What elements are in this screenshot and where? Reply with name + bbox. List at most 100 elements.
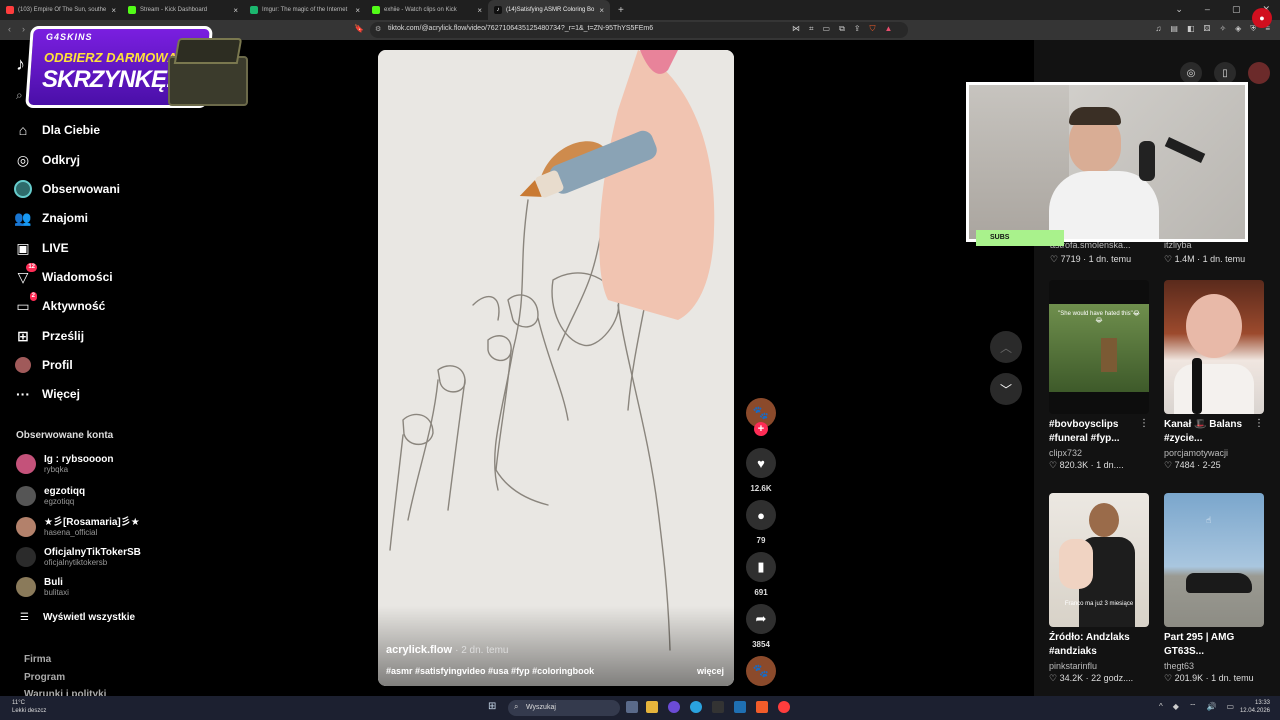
weather-widget[interactable]: 11°C Lekki deszcz xyxy=(12,699,46,715)
taskbar-search[interactable]: Wyszukaj xyxy=(508,700,620,716)
video-card[interactable]: ☝ Part 295 | AMG GT63S... thegt63 ♡ 201.… xyxy=(1164,493,1264,684)
telegram-icon[interactable] xyxy=(690,701,702,713)
obs-icon[interactable] xyxy=(712,701,724,713)
comment-button[interactable]: ● 79 xyxy=(745,500,777,545)
taskview-icon[interactable] xyxy=(626,701,638,713)
maximize-icon[interactable]: ▢ xyxy=(1232,4,1241,15)
tray-arrow-icon[interactable]: ^ xyxy=(1159,702,1163,712)
nav-explore[interactable]: ◎ Odkryj xyxy=(14,150,80,170)
bookmark-icon[interactable]: 🔖 xyxy=(354,24,364,33)
followed-account[interactable]: Buli bulitaxi xyxy=(16,574,69,600)
tab-search-icon[interactable]: ⌄ xyxy=(1175,4,1183,15)
file-explorer-icon[interactable] xyxy=(646,701,658,713)
chrome-icon[interactable] xyxy=(778,701,790,713)
card-menu-icon[interactable]: ⋮ xyxy=(1254,418,1264,429)
discord-icon[interactable] xyxy=(668,701,680,713)
footer-company-link[interactable]: Firma xyxy=(24,654,51,665)
wallet-icon[interactable]: ◈ xyxy=(1235,24,1241,34)
minimize-icon[interactable]: – xyxy=(1205,4,1210,15)
nav-live[interactable]: ▣ LIVE xyxy=(14,238,68,258)
card-menu-icon[interactable]: ⋮ xyxy=(1139,418,1149,429)
network-icon[interactable]: ⌔ xyxy=(1189,702,1197,712)
nav-profile[interactable]: Profil xyxy=(14,355,73,375)
followed-account[interactable]: egzotiqq egzotiqq xyxy=(16,483,85,509)
terminal-icon[interactable] xyxy=(734,701,746,713)
music-disc[interactable]: 🐾 xyxy=(745,656,777,686)
comment-icon: ● xyxy=(746,500,776,530)
video-card[interactable]: Franco ma już 3 miesiące Źródło: Andzlak… xyxy=(1049,493,1149,684)
clock[interactable]: 13:33 12.04.2026 xyxy=(1240,699,1270,715)
browser-tab-active[interactable]: ♪ (14)Satisfying ASMR Coloring Bo × xyxy=(488,0,610,20)
leo-icon[interactable]: ✧ xyxy=(1219,24,1226,34)
browser-tab[interactable]: (103) Empire Of The Sun, southe × xyxy=(0,0,122,20)
new-tab-icon[interactable]: + xyxy=(618,5,624,16)
card-stats: ♡ 7484 · 2-25 xyxy=(1164,460,1221,470)
browser-tab[interactable]: exhiie - Watch clips on Kick × xyxy=(366,0,488,20)
back-icon[interactable]: ‹ xyxy=(8,24,11,34)
nav-more[interactable]: ··· Więcej xyxy=(14,384,80,404)
close-tab-icon[interactable]: × xyxy=(355,6,360,15)
cast-icon[interactable]: ▭ xyxy=(823,24,831,34)
follow-plus-icon[interactable]: + xyxy=(754,422,768,436)
promo-banner[interactable]: G4SKINS ODBIERZ DARMOWĄ SKRZYNKĘ! xyxy=(25,26,264,110)
rewards-icon[interactable]: ▲ xyxy=(885,24,893,34)
show-all-button[interactable]: ☰ Wyświetl wszystkie xyxy=(20,612,135,623)
share-button[interactable]: ➦ 3854 xyxy=(745,604,777,649)
reader-icon[interactable]: ⋈ xyxy=(792,24,800,34)
tray-app-icon[interactable]: ◆ xyxy=(1173,702,1179,712)
mobile-icon[interactable]: ▯ xyxy=(1214,62,1236,84)
video-author[interactable]: acrylick.flow · 2 dn. temu xyxy=(386,644,508,656)
video-card[interactable]: Kanał 🎩 Balans #zycie... porcjamotywacji… xyxy=(1164,280,1264,471)
followed-account[interactable]: ★彡[Rosamaria]彡★ hasena_official xyxy=(16,514,140,540)
previous-video-button[interactable]: ︿ xyxy=(990,331,1022,363)
save-button[interactable]: ▮ 691 xyxy=(745,552,777,597)
likes: 201.9K xyxy=(1174,673,1204,683)
nav-activity[interactable]: ▭ 2 Aktywność xyxy=(14,292,105,316)
media-icon[interactable]: ♫ xyxy=(1155,24,1161,34)
brave-shield-icon[interactable]: ⛉ xyxy=(870,24,876,34)
translate-icon[interactable]: ⌗ xyxy=(809,24,814,34)
account-name: egzotiqq xyxy=(44,485,86,497)
footer-program-link[interactable]: Program xyxy=(24,672,65,683)
video-player[interactable]: acrylick.flow · 2 dn. temu #asmr #satisf… xyxy=(378,50,734,686)
nav-following[interactable]: Obserwowani xyxy=(14,179,120,199)
close-tab-icon[interactable]: × xyxy=(599,6,604,15)
card-stats: ♡ 34.2K · 22 godz.... xyxy=(1049,673,1134,683)
browser-tab[interactable]: Stream - Kick Dashboard × xyxy=(122,0,244,20)
url-text[interactable]: tiktok.com/@acrylick.flow/video/76271064… xyxy=(388,25,653,32)
nav-upload[interactable]: ⊞ Prześlij xyxy=(14,326,84,346)
close-tab-icon[interactable]: × xyxy=(233,6,238,15)
nav-friends[interactable]: 👥 Znajomi xyxy=(14,208,88,228)
site-info-icon[interactable]: ⚙ xyxy=(375,25,381,33)
sidebar-icon[interactable]: ◧ xyxy=(1187,24,1195,34)
close-tab-icon[interactable]: × xyxy=(111,6,116,15)
followed-account[interactable]: OficjalnyTikTokerSB oficjalnytiktokersb xyxy=(16,544,141,570)
battery-icon[interactable]: ▭ xyxy=(1226,702,1234,712)
video-card[interactable]: "She would have hated this"😂😂 #bovboyscl… xyxy=(1049,280,1149,471)
like-button[interactable]: ♥ 12.6K xyxy=(745,448,777,493)
nav-messages[interactable]: ▽ 12 Wiadomości xyxy=(14,263,113,287)
extensions-icon[interactable]: ⚄ xyxy=(1204,24,1211,34)
nav-for-you[interactable]: ⌂ Dla Ciebie xyxy=(14,120,100,140)
share-icon[interactable]: ⇪ xyxy=(854,24,861,34)
tab-groups-icon[interactable]: ▤ xyxy=(1170,24,1178,34)
search-icon[interactable]: ⌕ xyxy=(16,88,23,103)
brave-icon[interactable] xyxy=(756,701,768,713)
followed-account[interactable]: Ig : rybsoooon rybqka xyxy=(16,451,113,477)
volume-icon[interactable]: 🔊 xyxy=(1206,702,1216,712)
video-hashtags[interactable]: #asmr #satisfyingvideo #usa #fyp #colori… xyxy=(386,666,594,676)
save-count: 691 xyxy=(754,588,768,597)
footer-terms-link[interactable]: Warunki i polityki xyxy=(24,689,106,696)
more-button[interactable]: więcej xyxy=(697,666,724,676)
close-tab-icon[interactable]: × xyxy=(477,6,482,15)
browser-tab[interactable]: Imgur: The magic of the Internet × xyxy=(244,0,366,20)
next-video-button[interactable]: ﹀ xyxy=(990,373,1022,405)
tiktok-logo-icon[interactable]: ♪ xyxy=(16,54,25,75)
weather-desc: Lekki deszcz xyxy=(12,708,47,714)
forward-icon[interactable]: › xyxy=(22,24,25,34)
windows-start-icon[interactable]: ⊞ xyxy=(488,701,496,712)
profile-avatar[interactable] xyxy=(1248,62,1270,84)
explore-icon[interactable]: ◎ xyxy=(1180,62,1202,84)
pip-icon[interactable]: ⧉ xyxy=(839,24,845,34)
activity-icon: ▭ 2 xyxy=(16,292,37,314)
